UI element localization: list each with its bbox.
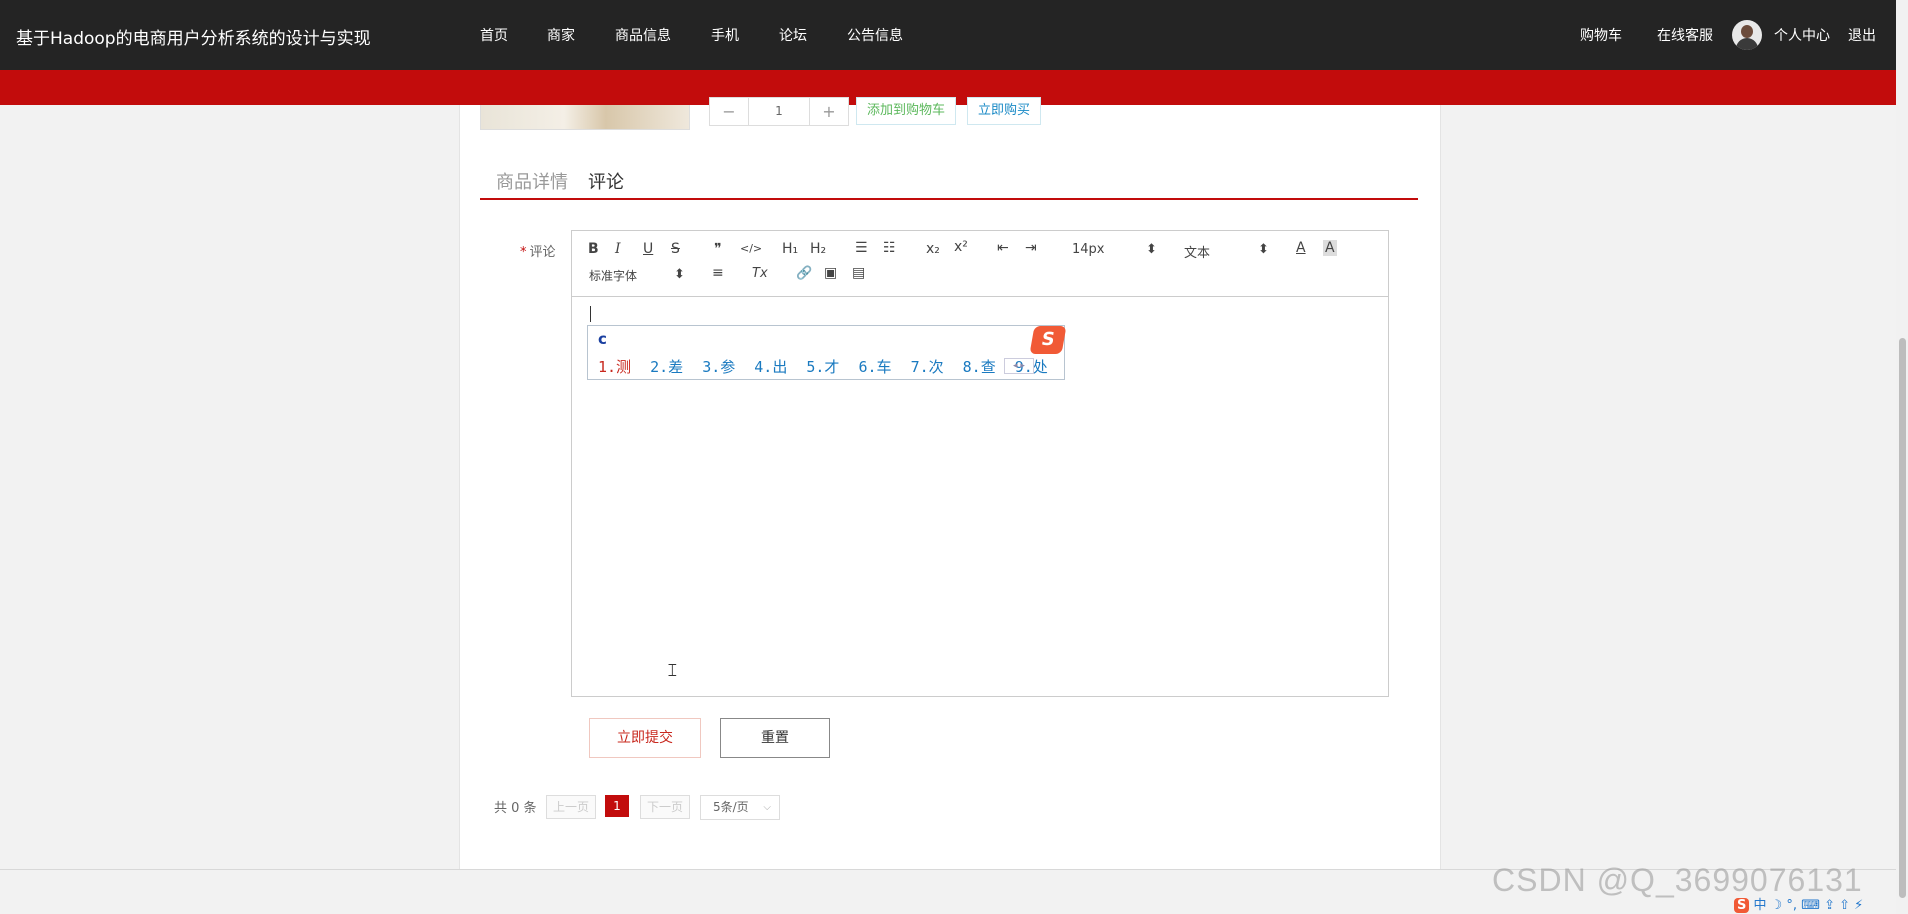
scrollbar-thumb[interactable] <box>1899 338 1906 898</box>
nav-announcements[interactable]: 公告信息 <box>847 25 903 45</box>
top-navbar: 基于Hadoop的电商用户分析系统的设计与实现 首页 商家 商品信息 手机 论坛… <box>0 0 1908 70</box>
quantity-stepper[interactable]: − 1 + <box>709 97 849 126</box>
ime-candidate[interactable]: 3.参 <box>702 358 735 376</box>
clean-format-icon[interactable]: Tx <box>752 266 768 281</box>
quantity-minus-button[interactable]: − <box>710 98 748 125</box>
tab-details[interactable]: 商品详情 <box>496 168 568 194</box>
editor-toolbar: B I U S ❞ </> H₁ H₂ ☰ ☷ x₂ x² ⇤ ⇥ 14px ⬍… <box>572 231 1388 297</box>
h2-button[interactable]: H₂ <box>810 241 826 257</box>
italic-button[interactable]: I <box>615 241 621 257</box>
font-size-select[interactable]: 14px <box>1072 242 1105 257</box>
required-mark: * <box>520 245 527 260</box>
add-to-cart-button[interactable]: 添加到购物车 <box>856 97 957 125</box>
ime-candidate[interactable]: 1.测 <box>598 358 631 376</box>
nav-logout[interactable]: 退出 <box>1848 25 1876 45</box>
strike-button[interactable]: S <box>671 241 680 257</box>
ime-candidate[interactable]: 6.车 <box>858 358 891 376</box>
ime-candidate[interactable]: 4.出 <box>754 358 787 376</box>
nav-profile[interactable]: 个人中心 <box>1774 25 1830 45</box>
chevron-updown-icon: ⬍ <box>1146 242 1157 257</box>
ime-candidate[interactable]: 8.查 <box>963 358 996 376</box>
blockquote-icon[interactable]: ❞ <box>714 241 722 257</box>
avatar[interactable] <box>1732 20 1762 50</box>
ime-candidates: 1.测 2.差 3.参 4.出 5.才 6.车 7.次 8.查 9.处 <box>598 356 1058 377</box>
ime-typed-text: c <box>598 330 607 348</box>
sogou-tray-icon: S <box>1734 898 1750 913</box>
product-thumbnail <box>480 105 690 130</box>
page-size-select[interactable]: 5条/页 ⌵ <box>700 795 780 820</box>
buy-now-button[interactable]: 立即购买 <box>967 97 1042 125</box>
ime-candidate[interactable]: 7.次 <box>911 358 944 376</box>
tab-comments[interactable]: 评论 <box>588 168 624 194</box>
underline-button[interactable]: U <box>643 241 653 257</box>
subscript-button[interactable]: x₂ <box>926 241 940 257</box>
background-color-icon[interactable]: A <box>1323 240 1337 256</box>
nav-merchants[interactable]: 商家 <box>547 25 575 45</box>
indent-icon[interactable]: ⇥ <box>1025 240 1037 256</box>
product-tabs: 商品详情 评论 <box>480 164 1418 200</box>
submit-button[interactable]: 立即提交 <box>589 718 701 758</box>
sogou-logo-icon: S <box>1029 326 1067 354</box>
pagination-total: 共 0 条 <box>494 801 537 816</box>
nav-home[interactable]: 首页 <box>480 25 508 45</box>
next-page-button[interactable]: 下一页 <box>640 795 690 819</box>
font-family-select[interactable]: 标准字体 <box>589 267 637 284</box>
h1-button[interactable]: H₁ <box>782 241 798 257</box>
quantity-input[interactable]: 1 <box>748 98 810 125</box>
comment-field-label: * 评论 <box>520 241 556 260</box>
current-page-button[interactable]: 1 <box>605 795 629 817</box>
chevron-down-icon: ⌵ <box>763 802 771 813</box>
nav-forum[interactable]: 论坛 <box>779 25 807 45</box>
nav-product-info[interactable]: 商品信息 <box>615 25 671 45</box>
ordered-list-icon[interactable]: ☰ <box>855 240 868 256</box>
header-select[interactable]: 文本 <box>1184 242 1210 261</box>
ime-tray-status-icons: 中 ☽ °, ⌨ ⇪ ⇧ ⚡ <box>1753 898 1864 913</box>
ime-page-arrows-icon[interactable]: ◂ ▸ <box>1004 358 1034 374</box>
chevron-updown-icon: ⬍ <box>674 267 685 282</box>
code-icon[interactable]: </> <box>740 242 762 255</box>
ime-candidate[interactable]: 5.才 <box>806 358 839 376</box>
rich-text-editor[interactable]: B I U S ❞ </> H₁ H₂ ☰ ☷ x₂ x² ⇤ ⇥ 14px ⬍… <box>571 230 1389 697</box>
page-size-value: 5条/页 <box>713 800 749 814</box>
prev-page-button[interactable]: 上一页 <box>546 795 596 819</box>
superscript-button[interactable]: x² <box>954 239 968 255</box>
outdent-icon[interactable]: ⇤ <box>997 240 1009 256</box>
align-icon[interactable]: ≡ <box>712 265 724 281</box>
nav-cart[interactable]: 购物车 <box>1580 25 1622 45</box>
site-title[interactable]: 基于Hadoop的电商用户分析系统的设计与实现 <box>16 24 371 49</box>
ime-candidate[interactable]: 2.差 <box>650 358 683 376</box>
avatar-body <box>1736 38 1758 50</box>
text-caret <box>590 306 591 322</box>
bold-button[interactable]: B <box>588 241 599 257</box>
video-icon[interactable]: ▤ <box>852 265 865 281</box>
ime-candidate-popup[interactable]: c S 1.测 2.差 3.参 4.出 5.才 6.车 7.次 8.查 9.处 … <box>587 325 1067 380</box>
link-icon[interactable]: 🔗 <box>796 266 812 281</box>
image-icon[interactable]: ▣ <box>824 265 837 281</box>
nav-phones[interactable]: 手机 <box>711 25 739 45</box>
reset-button[interactable]: 重置 <box>720 718 830 758</box>
text-cursor-icon: 𝙸 <box>666 660 679 681</box>
comment-label-text: 评论 <box>529 245 556 260</box>
chevron-updown-icon: ⬍ <box>1258 242 1269 257</box>
ime-tray[interactable]: S 中 ☽ °, ⌨ ⇪ ⇧ ⚡ <box>1734 894 1863 914</box>
quantity-plus-button[interactable]: + <box>810 98 848 125</box>
bullet-list-icon[interactable]: ☷ <box>883 240 896 256</box>
avatar-head <box>1741 25 1753 38</box>
font-color-icon[interactable]: A <box>1296 240 1306 256</box>
nav-online-service[interactable]: 在线客服 <box>1657 25 1713 45</box>
